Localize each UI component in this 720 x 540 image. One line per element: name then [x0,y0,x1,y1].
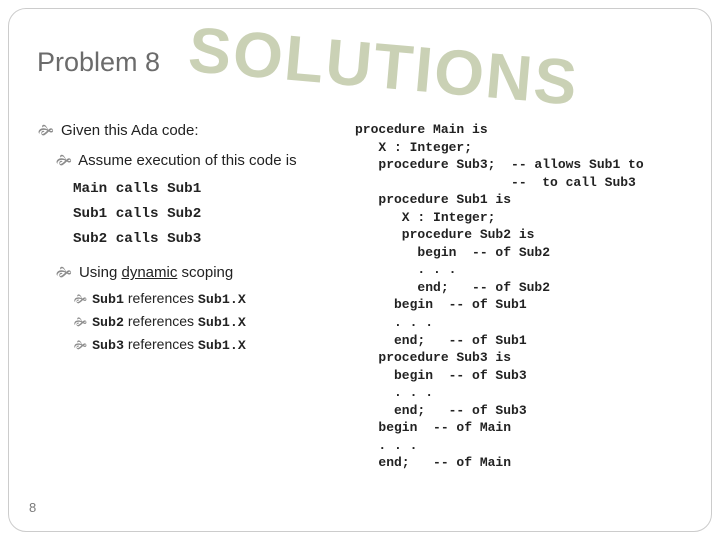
content-columns: Given this Ada code: Assume execution of… [37,121,683,472]
given-heading: Given this Ada code: [37,121,337,141]
ref-line: Sub2 references Sub1.X [37,312,337,332]
code-block: procedure Main is X : Integer; procedure… [355,121,683,472]
header: Problem 8 SOLUTIONS [37,33,683,103]
ref-sub: Sub2 [92,315,124,330]
page-number: 8 [29,500,36,515]
assume-line-3: Sub2 calls Sub3 [73,231,201,247]
assume-line: Main calls Sub1 [37,178,337,199]
ref-sub: Sub1 [92,292,124,307]
ref-var: Sub1.X [198,338,246,353]
scoping-post: scoping [177,264,233,281]
ref-mid: references [124,336,198,352]
slide-title: Problem 8 [37,33,160,78]
assume-line-1: Main calls Sub1 [73,181,201,197]
ref-line: Sub1 references Sub1.X [37,289,337,309]
ref-var: Sub1.X [198,292,246,307]
left-column: Given this Ada code: Assume execution of… [37,121,337,472]
solutions-watermark: SOLUTIONS [186,12,582,120]
assume-block: Assume execution of this code is [37,151,337,171]
assume-line: Sub1 calls Sub2 [37,203,337,224]
assume-lead: Assume execution of this code is [78,152,296,169]
scoping-underline: dynamic [121,264,177,281]
ref-mid: references [124,290,198,306]
scoping-heading: Using dynamic scoping [37,263,337,283]
scoping-pre: Using [79,264,122,281]
given-text: Given this Ada code: [61,122,199,139]
assume-line-2: Sub1 calls Sub2 [73,206,201,222]
slide-frame: Problem 8 SOLUTIONS Given this Ada code:… [8,8,712,532]
assume-line: Sub2 calls Sub3 [37,228,337,249]
ref-mid: references [124,313,198,329]
ref-line: Sub3 references Sub1.X [37,335,337,355]
ref-var: Sub1.X [198,315,246,330]
ref-sub: Sub3 [92,338,124,353]
